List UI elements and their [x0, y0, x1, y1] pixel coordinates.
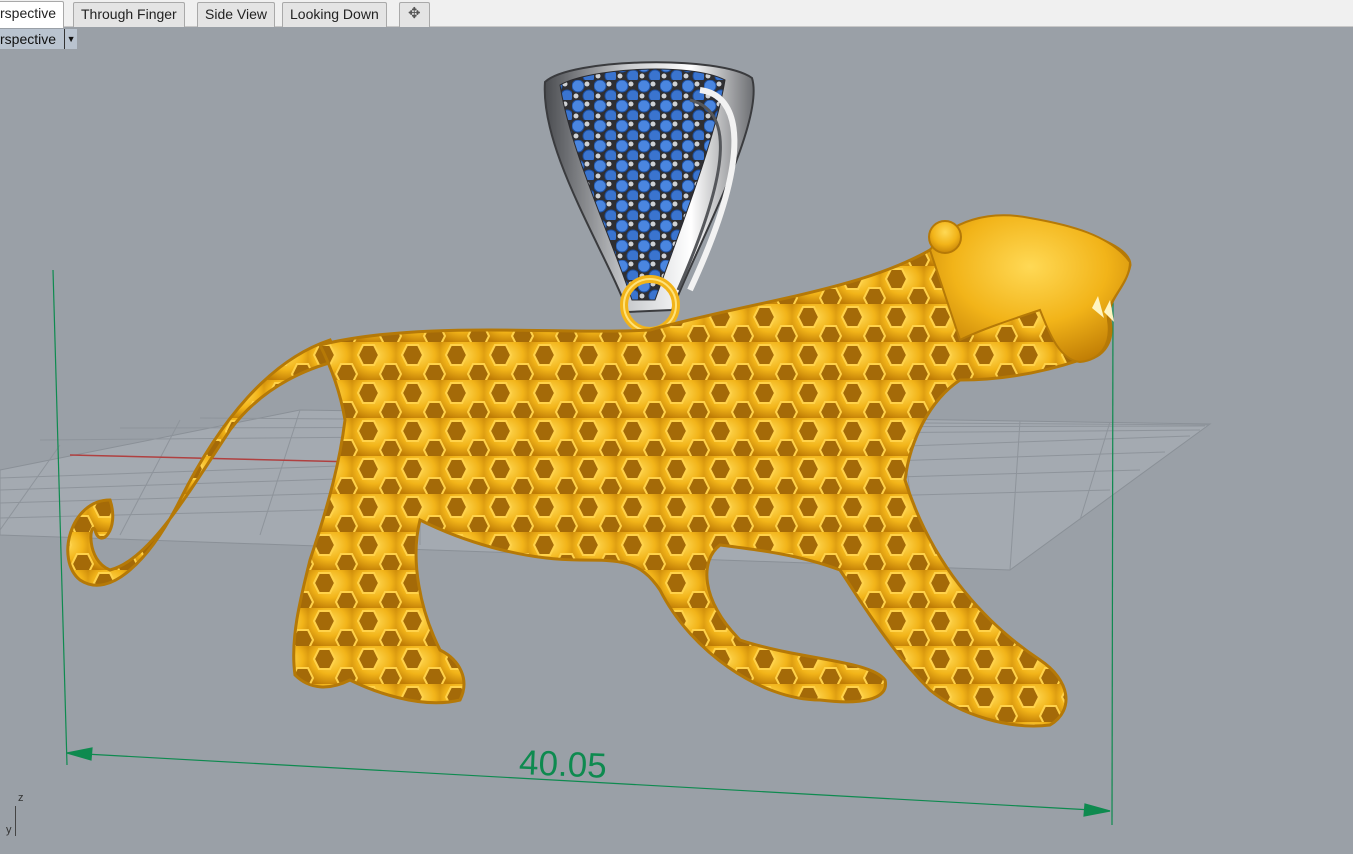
z-axis-label: z: [18, 792, 24, 804]
dimension-value: 40.05: [518, 743, 608, 786]
tab-perspective[interactable]: rspective: [0, 1, 65, 28]
viewport-name[interactable]: rspective: [0, 29, 65, 49]
tab-looking-down[interactable]: Looking Down: [282, 2, 387, 27]
tab-through-finger[interactable]: Through Finger: [73, 2, 185, 27]
add-tab-button[interactable]: ✥: [399, 2, 430, 27]
viewport-tabbar: rspective Through Finger Side View Looki…: [0, 0, 1353, 28]
plus-icon: ✥: [408, 5, 421, 22]
perspective-viewport[interactable]: rspective ▼ 40.05 z y: [0, 27, 1353, 854]
y-axis-label: y: [6, 824, 12, 836]
scene-canvas: [0, 61, 1212, 826]
viewport-title[interactable]: rspective ▼: [0, 29, 78, 49]
tab-side-view[interactable]: Side View: [197, 2, 276, 27]
caret-down-icon[interactable]: ▼: [64, 29, 78, 49]
axis-indicator: z y: [6, 792, 24, 836]
pendant-bail[interactable]: [543, 61, 755, 335]
